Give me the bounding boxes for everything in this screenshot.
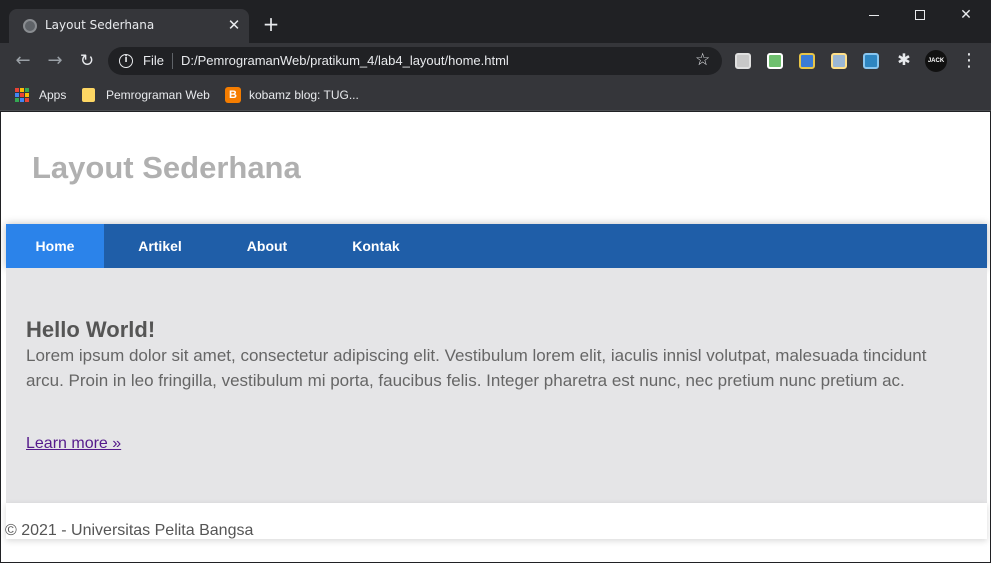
reload-button[interactable]: ↻: [75, 49, 99, 73]
address-divider: [172, 53, 173, 69]
extension-icon[interactable]: [863, 53, 879, 69]
hero-paragraph: Lorem ipsum dolor sit amet, consectetur …: [26, 346, 927, 390]
kebab-menu-icon[interactable]: ⋮: [960, 49, 978, 73]
puzzle-icon[interactable]: ✱: [895, 50, 913, 70]
back-button[interactable]: ←: [11, 49, 35, 73]
scheme-label: File: [143, 53, 164, 68]
page-title: Layout Sederhana: [32, 150, 301, 185]
bookmark-folder[interactable]: Pemrograman Web: [82, 86, 210, 104]
page-viewport: Layout Sederhana Home Artikel About Kont…: [1, 112, 990, 562]
browser-tab[interactable]: Layout Sederhana ✕: [9, 9, 249, 43]
folder-icon: [82, 88, 95, 102]
globe-icon: [23, 19, 37, 33]
page-footer: © 2021 - Universitas Pelita Bangsa: [5, 503, 987, 539]
maximize-button[interactable]: [897, 0, 943, 30]
hero-heading: Hello World!: [26, 317, 156, 342]
bookmark-label: Apps: [39, 88, 67, 102]
learn-more-link[interactable]: Learn more »: [26, 435, 121, 453]
url-text[interactable]: D:/PemrogramanWeb/pratikum_4/lab4_layout…: [181, 53, 509, 68]
hero-section: Hello World! Lorem ipsum dolor sit amet,…: [6, 268, 987, 503]
tab-title: Layout Sederhana: [45, 18, 155, 32]
close-tab-icon[interactable]: ✕: [225, 16, 243, 34]
blogger-icon: B: [225, 87, 241, 103]
minimize-button[interactable]: [851, 0, 897, 30]
browser-window: Layout Sederhana ✕ + ✕ ← → ↻ i File D:/P…: [0, 0, 991, 563]
extension-icon[interactable]: [767, 53, 783, 69]
bookmarks-bar: Apps Pemrograman Web B kobamz blog: TUG.…: [0, 79, 991, 111]
browser-toolbar: ← → ↻ i File D:/PemrogramanWeb/pratikum_…: [0, 43, 991, 86]
bookmark-label: Pemrograman Web: [106, 88, 210, 102]
extension-icon[interactable]: [831, 53, 847, 69]
forward-button[interactable]: →: [43, 49, 67, 73]
bookmark-blog[interactable]: B kobamz blog: TUG...: [225, 86, 359, 104]
nav-item-artikel[interactable]: Artikel: [104, 224, 216, 268]
avatar[interactable]: JACK JACK: [925, 50, 947, 86]
main-nav: Home Artikel About Kontak: [6, 224, 987, 268]
bookmark-star-icon[interactable]: ☆: [695, 50, 710, 70]
tab-strip: Layout Sederhana ✕ + ✕: [0, 0, 991, 43]
extension-icon[interactable]: [799, 53, 815, 69]
minimize-icon: [869, 15, 879, 16]
nav-item-home[interactable]: Home: [6, 224, 104, 268]
bookmark-apps[interactable]: Apps: [15, 86, 66, 104]
address-bar[interactable]: i File D:/PemrogramanWeb/pratikum_4/lab4…: [108, 47, 722, 75]
extension-icon[interactable]: [735, 53, 751, 69]
maximize-icon: [915, 10, 925, 20]
apps-grid-icon: [15, 88, 29, 102]
close-window-button[interactable]: ✕: [943, 0, 989, 30]
footer-copyright: © 2021 - Universitas Pelita Bangsa: [5, 522, 254, 539]
info-icon[interactable]: i: [119, 54, 133, 68]
nav-item-kontak[interactable]: Kontak: [318, 224, 434, 268]
page-header: Layout Sederhana: [1, 112, 990, 222]
new-tab-button[interactable]: +: [260, 14, 282, 36]
bookmark-label: kobamz blog: TUG...: [249, 88, 359, 102]
nav-item-about[interactable]: About: [216, 224, 318, 268]
